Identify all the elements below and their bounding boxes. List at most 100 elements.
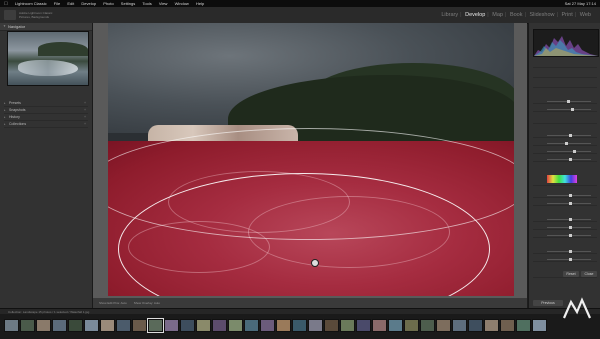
section-collections[interactable]: Collections (4, 121, 88, 128)
module-web[interactable]: Web (580, 12, 591, 18)
close-button[interactable]: Close (581, 271, 597, 277)
slider-row[interactable] (533, 193, 597, 198)
slider-knob[interactable] (571, 108, 574, 111)
filmstrip-thumbnail[interactable] (500, 319, 515, 332)
filmstrip-thumbnail[interactable] (484, 319, 499, 332)
filmstrip-thumbnail[interactable] (68, 319, 83, 332)
filmstrip-thumbnail[interactable] (404, 319, 419, 332)
module-map[interactable]: Map (492, 12, 503, 18)
menu-photo[interactable]: Photo (103, 0, 113, 7)
filmstrip-thumbnail[interactable] (244, 319, 259, 332)
slider-row[interactable] (533, 233, 597, 238)
filmstrip-thumbnail[interactable] (4, 319, 19, 332)
slider-knob[interactable] (569, 234, 572, 237)
module-book[interactable]: Book (510, 12, 523, 18)
menu-window[interactable]: Window (175, 0, 189, 7)
filmstrip-thumbnail[interactable] (308, 319, 323, 332)
slider-knob[interactable] (569, 250, 572, 253)
filmstrip-thumbnail[interactable] (36, 319, 51, 332)
slider-row[interactable] (533, 201, 597, 206)
slider-knob[interactable] (569, 194, 572, 197)
menu-edit[interactable]: Edit (67, 0, 74, 7)
module-library[interactable]: Library (441, 12, 458, 18)
section-history[interactable]: History (4, 114, 88, 121)
reset-button[interactable]: Reset (563, 271, 579, 277)
mac-menubar:  Lightroom Classic File Edit Develop Ph… (0, 0, 600, 7)
filmstrip-thumbnail[interactable] (52, 319, 67, 332)
section-snapshots[interactable]: Snapshots (4, 107, 88, 114)
slider-row[interactable] (533, 157, 597, 162)
mask-row[interactable] (533, 107, 597, 112)
slider-track (547, 150, 591, 153)
mask-pin-icon[interactable] (311, 259, 319, 267)
overlay-setting[interactable]: Show Overlay: Auto (134, 301, 160, 305)
filmstrip-thumbnail[interactable] (356, 319, 371, 332)
filmstrip-thumbnail[interactable] (276, 319, 291, 332)
panel-row (533, 119, 597, 124)
section-presets[interactable]: Presets (4, 100, 88, 107)
slider-knob[interactable] (569, 226, 572, 229)
mask-row[interactable] (533, 99, 597, 104)
filmstrip-thumbnail[interactable] (292, 319, 307, 332)
filmstrip-thumbnail[interactable] (388, 319, 403, 332)
filmstrip-thumbnail[interactable] (436, 319, 451, 332)
previous-button[interactable]: Previous (533, 300, 563, 306)
slider-row[interactable] (533, 225, 597, 230)
slider-knob[interactable] (569, 218, 572, 221)
filmstrip-thumbnail[interactable] (20, 319, 35, 332)
filmstrip-thumbnail[interactable] (147, 318, 164, 333)
filmstrip-thumbnail[interactable] (516, 319, 531, 332)
module-print[interactable]: Print (562, 12, 573, 18)
filmstrip-thumbnail[interactable] (84, 319, 99, 332)
module-develop[interactable]: Develop (465, 12, 485, 18)
menu-develop[interactable]: Develop (81, 0, 96, 7)
slider-row[interactable] (533, 217, 597, 222)
menu-view[interactable]: View (159, 0, 168, 7)
slider-row[interactable] (533, 149, 597, 154)
slider-knob[interactable] (569, 202, 572, 205)
slider-knob[interactable] (565, 142, 568, 145)
histogram[interactable] (533, 29, 599, 57)
filmstrip-thumbnail[interactable] (468, 319, 483, 332)
filmstrip-thumbnail[interactable] (260, 319, 275, 332)
slider-row[interactable] (533, 257, 597, 262)
navigator-header[interactable]: ▼ Navigator (0, 23, 92, 31)
slider-knob[interactable] (569, 134, 572, 137)
slider-row[interactable] (533, 141, 597, 146)
filmstrip-thumbnail[interactable] (532, 319, 547, 332)
color-swatch[interactable] (547, 175, 577, 183)
filmstrip-thumbnail[interactable] (452, 319, 467, 332)
slider-knob[interactable] (567, 100, 570, 103)
filmstrip-thumbnail[interactable] (340, 319, 355, 332)
filmstrip-thumbnail[interactable] (164, 319, 179, 332)
filmstrip-thumbnail[interactable] (372, 319, 387, 332)
filmstrip-thumbnail[interactable] (212, 319, 227, 332)
module-separator: | (460, 12, 462, 18)
menu-file[interactable]: File (54, 0, 60, 7)
module-slideshow[interactable]: Slideshow (529, 12, 554, 18)
filmstrip-thumbnail[interactable] (324, 319, 339, 332)
filmstrip-thumbnail[interactable] (180, 319, 195, 332)
slider-knob[interactable] (569, 158, 572, 161)
filmstrip-thumbnail[interactable] (116, 319, 131, 332)
slider-track (547, 234, 591, 237)
filmstrip-thumbnail[interactable] (420, 319, 435, 332)
slider-knob[interactable] (573, 150, 576, 153)
filmstrip-thumbnail[interactable] (100, 319, 115, 332)
radial-mask-feather-ellipse[interactable] (108, 128, 514, 240)
slider-row[interactable] (533, 133, 597, 138)
slider-knob[interactable] (569, 258, 572, 261)
photo-preview[interactable] (108, 23, 514, 296)
filmstrip-thumbnail[interactable] (228, 319, 243, 332)
filmstrip-thumbnail[interactable] (132, 319, 147, 332)
menu-app[interactable]: Lightroom Classic (15, 0, 47, 7)
filmstrip-thumbnail[interactable] (196, 319, 211, 332)
menu-help[interactable]: Help (196, 0, 204, 7)
slider-track (547, 250, 591, 253)
menu-settings[interactable]: Settings (121, 0, 135, 7)
menu-tools[interactable]: Tools (142, 0, 151, 7)
slider-row[interactable] (533, 249, 597, 254)
color-picker-row[interactable] (533, 173, 597, 186)
edit-pins-setting[interactable]: Show Edit Pins: Auto (99, 301, 127, 305)
navigator-preview[interactable] (7, 31, 89, 86)
